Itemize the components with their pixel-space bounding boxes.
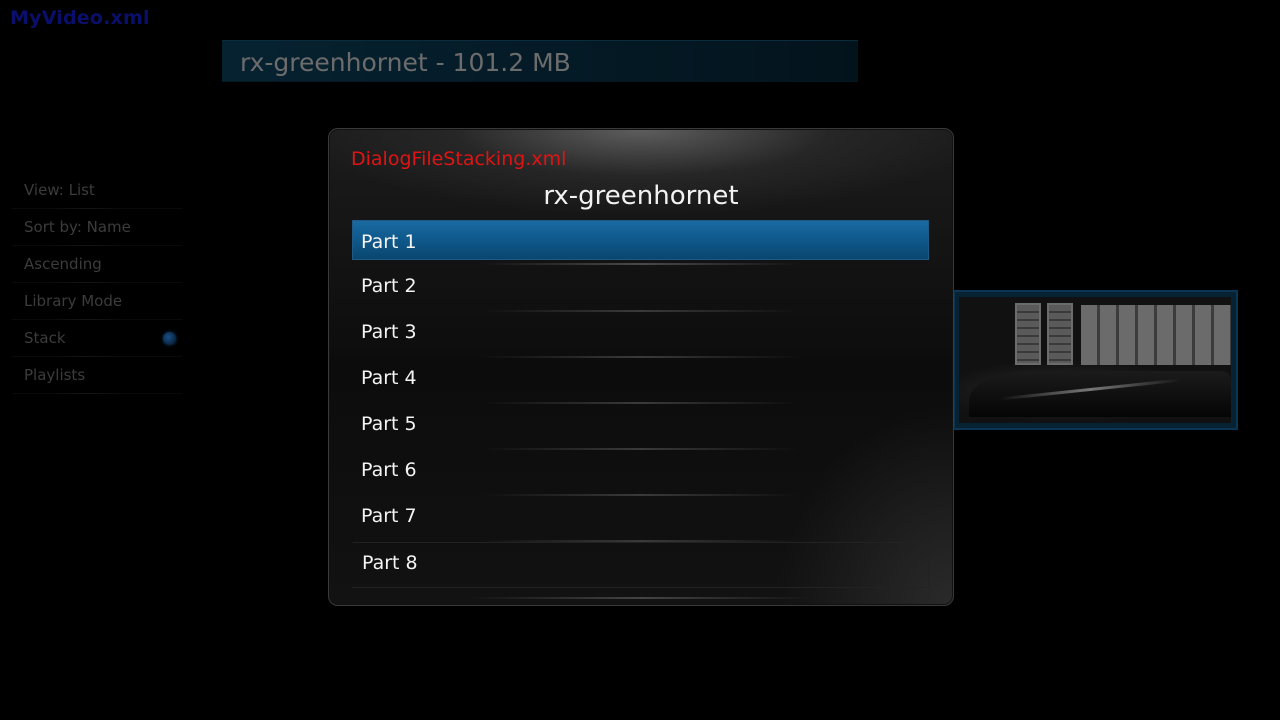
dialog-heading: rx-greenhornet <box>543 181 739 211</box>
part-label: Part 8 <box>362 552 418 574</box>
part-label: Part 6 <box>361 459 417 481</box>
side-item-label: Stack <box>24 329 66 347</box>
side-item-label: Library Mode <box>24 292 123 310</box>
part-item-5[interactable]: Part 5 <box>352 404 929 450</box>
header-title: rx-greenhornet - 101.2 MB <box>240 48 571 77</box>
side-item-label: Playlists <box>24 366 86 384</box>
video-thumbnail <box>959 297 1231 423</box>
thumbnail-door-shape <box>1015 303 1041 365</box>
part-label: Part 5 <box>361 413 417 435</box>
side-item-order[interactable]: Ascending <box>12 246 182 283</box>
part-item-8[interactable]: Part 8 <box>352 542 929 588</box>
side-item-playlists[interactable]: Playlists <box>12 357 182 394</box>
thumbnail-door-shape <box>1047 303 1073 365</box>
part-label: Part 3 <box>361 321 417 343</box>
header-bar: rx-greenhornet - 101.2 MB <box>222 40 858 82</box>
side-item-sort[interactable]: Sort by: Name <box>12 209 182 246</box>
part-label: Part 7 <box>361 505 417 527</box>
part-list: Part 1 Part 2 Part 3 Part 4 Part 5 Part … <box>352 220 929 588</box>
part-label: Part 1 <box>361 231 417 253</box>
thumbnail-car-shape <box>969 371 1231 417</box>
side-item-label: View: List <box>24 181 95 199</box>
part-item-7[interactable]: Part 7 <box>352 496 929 542</box>
part-item-1[interactable]: Part 1 <box>352 220 929 265</box>
dialog-xml-label: DialogFileStacking.xml <box>351 148 567 170</box>
part-label: Part 2 <box>361 275 417 297</box>
side-menu: View: List Sort by: Name Ascending Libra… <box>12 172 182 394</box>
stack-toggle-indicator[interactable] <box>163 332 176 345</box>
side-item-label: Sort by: Name <box>24 218 131 236</box>
part-item-4[interactable]: Part 4 <box>352 358 929 404</box>
screen: MyVideo.xml rx-greenhornet - 101.2 MB Vi… <box>0 0 1280 720</box>
window-label: MyVideo.xml <box>10 7 150 29</box>
dialog-divider <box>469 597 813 599</box>
side-item-view[interactable]: View: List <box>12 172 182 209</box>
part-item-2[interactable]: Part 2 <box>352 266 929 312</box>
side-item-stack[interactable]: Stack <box>12 320 182 357</box>
part-item-6[interactable]: Part 6 <box>352 450 929 496</box>
file-stacking-dialog: DialogFileStacking.xml rx-greenhornet Pa… <box>328 128 954 606</box>
side-item-label: Ascending <box>24 255 102 273</box>
side-item-library-mode[interactable]: Library Mode <box>12 283 182 320</box>
part-label: Part 4 <box>361 367 417 389</box>
thumbnail-window-shape <box>1081 305 1231 365</box>
video-thumbnail-frame <box>953 290 1238 430</box>
part-item-3[interactable]: Part 3 <box>352 312 929 358</box>
